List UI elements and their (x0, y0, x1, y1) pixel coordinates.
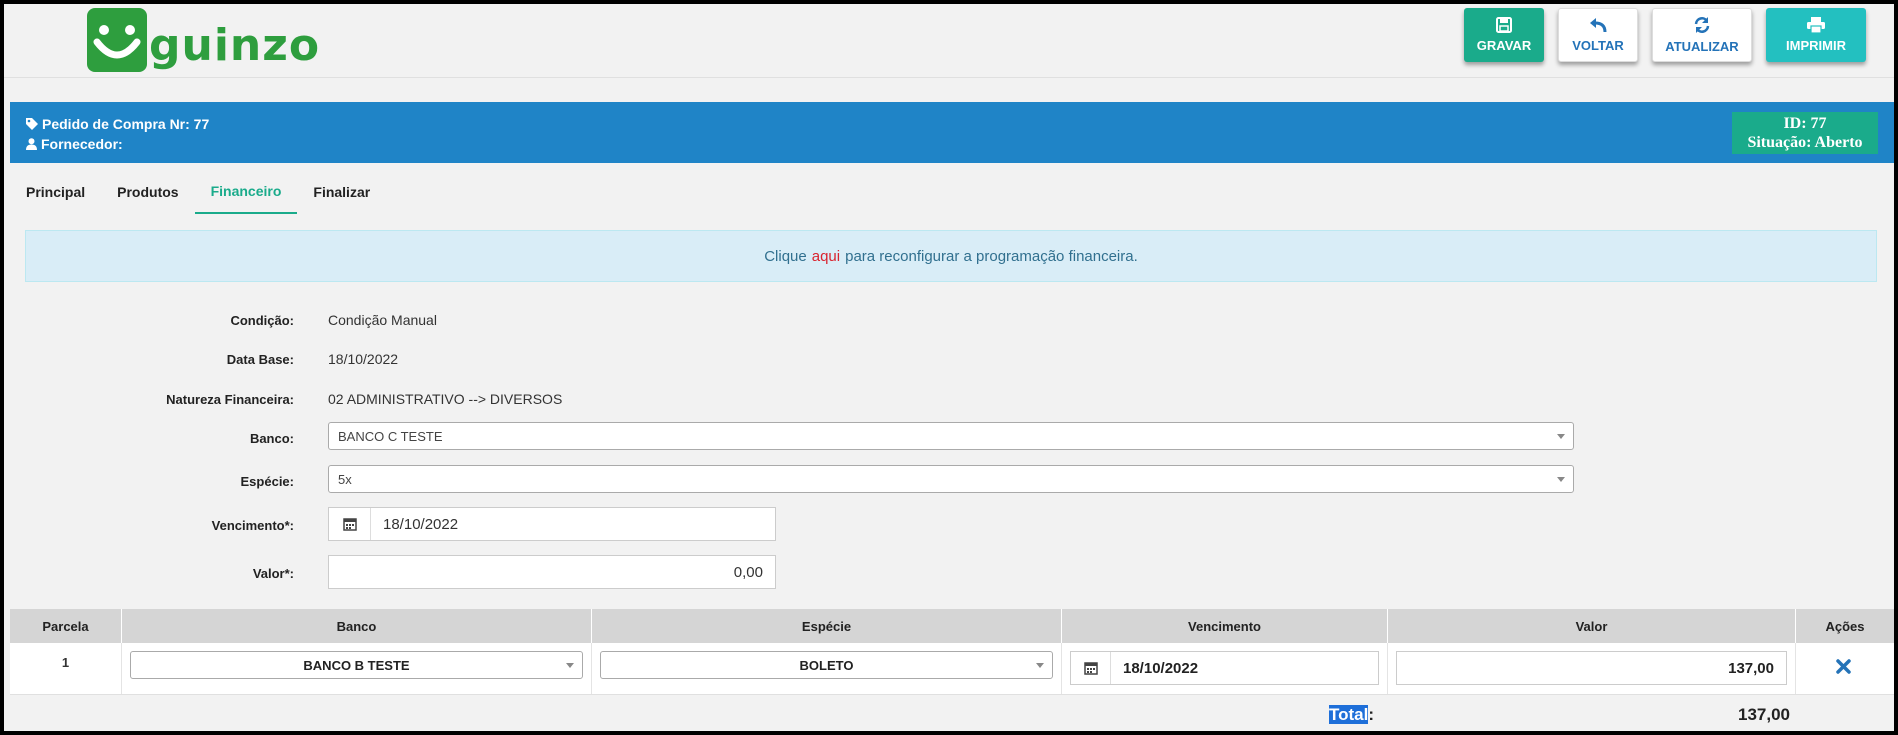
col-banco: Banco (122, 609, 592, 643)
tab-financeiro[interactable]: Financeiro (194, 170, 298, 214)
print-icon (1807, 17, 1825, 33)
save-icon (1496, 17, 1512, 33)
col-especie: Espécie (592, 609, 1062, 643)
logo-text: guinzo (149, 20, 321, 71)
col-vencimento: Vencimento (1062, 609, 1388, 643)
row-parcela: 1 (61, 655, 70, 670)
tab-bar: Principal Produtos Financeiro Finalizar (10, 170, 386, 214)
table-header: Parcela Banco Espécie Vencimento Valor A… (10, 609, 1894, 643)
vencimento-label: Vencimento*: (211, 518, 294, 533)
app-frame: guinzo GRAVAR VOLTAR ATUALIZAR IMPRIMIR … (4, 4, 1894, 731)
total-label-colon: : (1368, 705, 1375, 724)
banco-select-value: BANCO C TESTE (338, 428, 443, 444)
supplier-line: Fornecedor: (26, 136, 123, 152)
status-badge: ID: 77 Situação: Aberto (1732, 112, 1878, 154)
row-especie-value: BOLETO (799, 657, 854, 673)
print-label: IMPRIMIR (1786, 38, 1846, 53)
order-status: Situação: Aberto (1747, 134, 1863, 151)
condicao-label: Condição: (230, 313, 294, 328)
col-acoes: Ações (1825, 618, 1865, 634)
especie-label: Espécie: (240, 474, 294, 489)
supplier-label: Fornecedor: (41, 136, 123, 152)
print-button[interactable]: IMPRIMIR (1766, 8, 1866, 62)
vencimento-field[interactable] (328, 507, 776, 541)
save-button[interactable]: GRAVAR (1464, 8, 1544, 62)
chevron-down-icon (1036, 663, 1044, 668)
user-icon (26, 138, 37, 150)
order-id: ID: 77 (1783, 115, 1827, 132)
tab-finalizar[interactable]: Finalizar (297, 170, 386, 214)
row-banco-select[interactable]: BANCO B TESTE (130, 651, 583, 679)
refresh-button[interactable]: ATUALIZAR (1652, 8, 1752, 62)
logo: guinzo (87, 8, 320, 72)
order-header: Pedido de Compra Nr: 77 Fornecedor: ID: … (10, 102, 1894, 163)
table-row: 1 BANCO B TESTE BOLETO (10, 643, 1894, 695)
reconfigure-link[interactable]: aqui (812, 248, 840, 265)
condicao-value: Condição Manual (328, 312, 437, 328)
total-label: Total: (1329, 705, 1374, 725)
reply-icon (1590, 18, 1607, 33)
save-label: GRAVAR (1476, 38, 1532, 53)
row-vencimento-field[interactable] (1070, 651, 1379, 685)
valor-label: Valor*: (252, 566, 294, 581)
delete-icon[interactable] (1836, 659, 1851, 674)
refresh-icon (1694, 17, 1710, 33)
alert-text-before: Clique (764, 247, 807, 265)
col-valor: Valor (1388, 609, 1796, 643)
back-label: VOLTAR (1572, 38, 1624, 53)
info-alert: Clique aqui para reconfigurar a programa… (25, 230, 1877, 282)
valor-field[interactable] (328, 555, 776, 589)
table-footer: Total: 137,00 (10, 695, 1894, 731)
logo-smile-icon (87, 8, 147, 72)
row-banco-value: BANCO B TESTE (303, 657, 410, 673)
vencimento-input[interactable] (371, 508, 775, 540)
alert-text-after: para reconfigurar a programação financei… (845, 247, 1138, 265)
chevron-down-icon (1557, 477, 1565, 482)
calendar-icon[interactable] (1071, 652, 1111, 684)
total-value: 137,00 (1738, 705, 1790, 724)
especie-select[interactable]: 5x (328, 465, 1574, 493)
natureza-label: Natureza Financeira: (166, 392, 294, 407)
order-number: Pedido de Compra Nr: 77 (42, 116, 210, 132)
order-number-line: Pedido de Compra Nr: 77 (26, 116, 209, 132)
refresh-label: ATUALIZAR (1665, 39, 1739, 54)
row-valor-field[interactable] (1396, 651, 1787, 685)
back-button[interactable]: VOLTAR (1558, 8, 1638, 62)
row-especie-select[interactable]: BOLETO (600, 651, 1053, 679)
calendar-icon[interactable] (329, 508, 371, 540)
valor-input[interactable] (329, 556, 775, 588)
tag-icon (26, 118, 38, 130)
chevron-down-icon (566, 663, 574, 668)
top-bar: guinzo GRAVAR VOLTAR ATUALIZAR IMPRIMIR (4, 4, 1894, 78)
banco-select[interactable]: BANCO C TESTE (328, 422, 1574, 450)
chevron-down-icon (1557, 434, 1565, 439)
tab-produtos[interactable]: Produtos (101, 170, 194, 214)
total-label-text: Total (1329, 705, 1369, 724)
data-base-label: Data Base: (226, 352, 294, 367)
col-parcela: Parcela (10, 609, 122, 643)
data-base-value: 18/10/2022 (328, 351, 399, 367)
natureza-value: 02 ADMINISTRATIVO --> DIVERSOS (328, 391, 563, 407)
especie-select-value: 5x (338, 471, 352, 487)
banco-label: Banco: (249, 431, 294, 446)
tab-principal[interactable]: Principal (10, 170, 101, 214)
row-vencimento-input[interactable] (1111, 652, 1378, 684)
row-valor-input[interactable] (1397, 652, 1786, 684)
